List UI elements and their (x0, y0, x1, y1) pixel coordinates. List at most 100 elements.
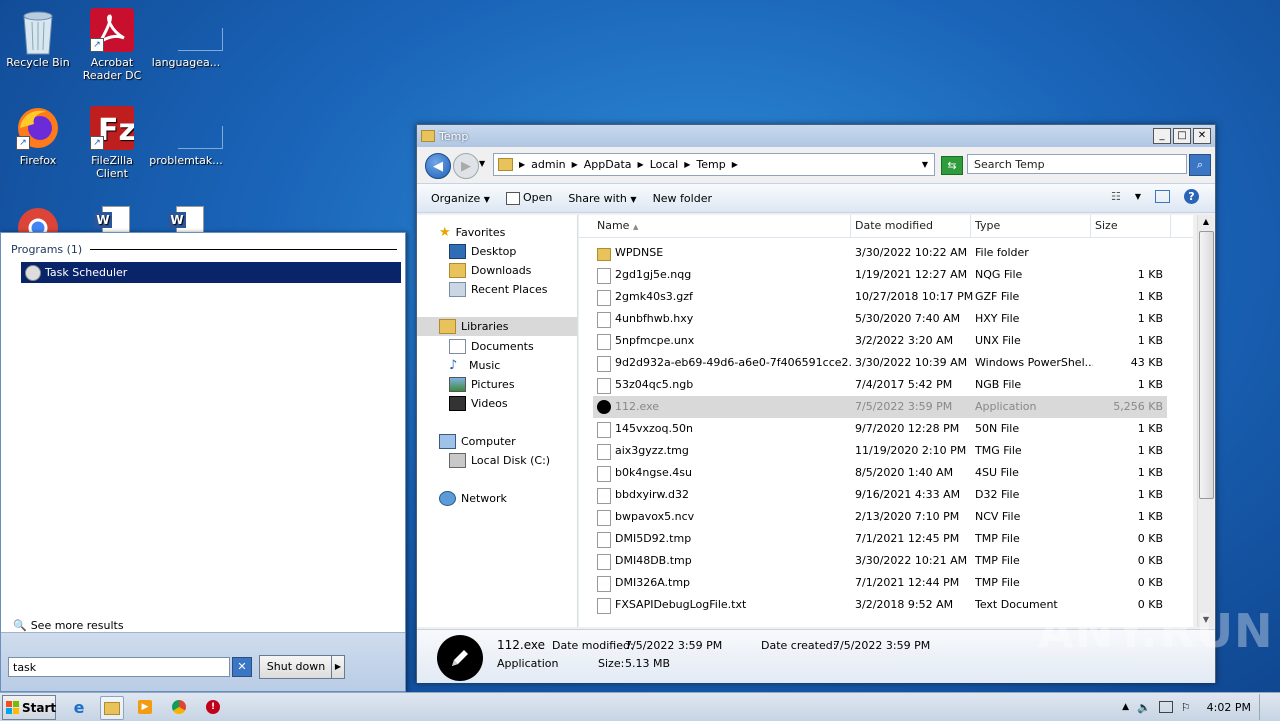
nav-music[interactable]: ♪ Music (449, 358, 500, 373)
scrollbar-thumb[interactable] (1199, 231, 1214, 499)
file-row[interactable]: DMI48DB.tmp 3/30/2022 10:21 AM TMP File 0 K… (593, 550, 1167, 572)
file-name: b0k4ngse.4su (615, 466, 692, 479)
file-row[interactable]: 9d2d932a-eb69-49d6-a6e0-7f406591cce2.ps1… (593, 352, 1167, 374)
column-type[interactable]: Type (971, 215, 1091, 237)
file-row[interactable]: 145vxzoq.50n 9/7/2020 12:28 PM 50N File 1 K… (593, 418, 1167, 440)
details-created-value: 7/5/2022 3:59 PM (833, 639, 931, 652)
breadcrumb-local[interactable]: Local (650, 158, 679, 171)
file-row[interactable]: 2gmk40s3.gzf 10/27/2018 10:17 PM GZF File 1… (593, 286, 1167, 308)
address-bar[interactable]: ▶ admin ▶ AppData ▶ Local ▶ Temp ▶ ▼ (493, 153, 935, 176)
desktop-icon-recycle-bin[interactable]: Recycle Bin (0, 8, 76, 69)
chrome-taskbar-icon[interactable] (168, 696, 190, 718)
file-row[interactable]: aix3gyzz.tmg 11/19/2020 2:10 PM TMG File 1 … (593, 440, 1167, 462)
breadcrumb-temp[interactable]: Temp (696, 158, 725, 171)
start-search-input[interactable]: task (8, 657, 230, 677)
file-row[interactable]: 112.exe 7/5/2022 3:59 PM Application 5,256 … (593, 396, 1167, 418)
column-date-modified[interactable]: Date modified (851, 215, 971, 237)
nav-downloads[interactable]: Downloads (449, 263, 531, 278)
share-with-menu[interactable]: Share with ▼ (568, 192, 636, 205)
close-button[interactable]: ✕ (1193, 128, 1211, 144)
filezilla-icon: Fz ↗ (90, 106, 136, 150)
desktop-icon-problemtak[interactable]: problemtak... (148, 106, 224, 167)
clock[interactable]: 4:02 PM (1207, 701, 1251, 714)
show-hidden-icons-arrow[interactable]: ▲ (1122, 702, 1129, 712)
search-icon[interactable]: ⌕ (1189, 154, 1211, 176)
file-row[interactable]: WPDNSE 3/30/2022 10:22 AM File folder (593, 242, 1167, 264)
nav-favorites[interactable]: ★ Favorites (439, 225, 505, 240)
nav-computer[interactable]: Computer (439, 434, 516, 449)
programs-header-label: Programs (1) (11, 243, 83, 256)
file-row[interactable]: DMI5D92.tmp 7/1/2021 12:45 PM TMP File 0 KB (593, 528, 1167, 550)
scroll-up-arrow[interactable]: ▲ (1198, 215, 1214, 229)
desktop-icon-languagea[interactable]: languagea... (148, 8, 224, 69)
explorer-taskbar-icon[interactable] (100, 696, 124, 720)
file-name: aix3gyzz.tmg (615, 444, 689, 457)
file-row[interactable]: bwpavox5.ncv 2/13/2020 7:10 PM NCV File 1 K… (593, 506, 1167, 528)
details-filename: 112.exe (497, 638, 546, 652)
search-result-task-scheduler[interactable]: Task Scheduler (21, 262, 401, 283)
desktop-icon-filezilla[interactable]: Fz ↗ FileZilla Client (74, 106, 150, 180)
help-icon[interactable]: ? (1184, 189, 1199, 204)
shut-down-button[interactable]: Shut down (259, 655, 333, 679)
file-row[interactable]: b0k4ngse.4su 8/5/2020 1:40 AM 4SU File 1 KB (593, 462, 1167, 484)
file-row[interactable]: 53z04qc5.ngb 7/4/2017 5:42 PM NGB File 1 KB (593, 374, 1167, 396)
back-button[interactable]: ◀ (425, 153, 451, 179)
speaker-icon[interactable]: 🔈 (1137, 701, 1151, 714)
vertical-scrollbar[interactable]: ▲ ▼ (1197, 215, 1214, 627)
desktop-icon-label: languagea... (151, 56, 221, 69)
details-type: Application (497, 657, 559, 670)
preview-pane-icon[interactable] (1155, 190, 1170, 203)
breadcrumb-appdata[interactable]: AppData (584, 158, 632, 171)
desktop-icon-acrobat[interactable]: ↗ Acrobat Reader DC (74, 8, 150, 82)
change-view-icon[interactable]: ☷ (1111, 190, 1121, 203)
red-app-taskbar-icon[interactable]: ! (202, 696, 224, 718)
show-desktop-button[interactable] (1259, 694, 1270, 720)
nav-network[interactable]: Network (439, 491, 507, 506)
network-icon[interactable] (1158, 701, 1173, 713)
start-search-row: task ✕ Shut down ▶ (1, 632, 405, 691)
clear-search-button[interactable]: ✕ (232, 657, 252, 677)
address-history-dropdown[interactable]: ▼ (922, 160, 928, 169)
new-folder-button[interactable]: New folder (653, 192, 712, 205)
ie-taskbar-icon[interactable]: e (68, 696, 90, 718)
file-row[interactable]: 2gd1gj5e.nqg 1/19/2021 12:27 AM NQG File 1 … (593, 264, 1167, 286)
see-more-results-link[interactable]: 🔍 See more results (13, 619, 124, 632)
organize-menu[interactable]: Organize ▼ (431, 192, 490, 205)
nav-label: Local Disk (C:) (471, 454, 551, 467)
file-row[interactable]: bbdxyirw.d32 9/16/2021 4:33 AM D32 File 1 K… (593, 484, 1167, 506)
nav-local-disk[interactable]: Local Disk (C:) (449, 453, 550, 468)
breadcrumb-admin[interactable]: admin (531, 158, 565, 171)
maximize-button[interactable]: □ (1173, 128, 1191, 144)
minimize-button[interactable]: _ (1153, 128, 1171, 144)
nav-label: Libraries (461, 320, 509, 333)
file-row[interactable]: 5npfmcpe.unx 3/2/2022 3:20 AM UNX File 1 KB (593, 330, 1167, 352)
desktop-icon-firefox[interactable]: ↗ Firefox (0, 106, 76, 167)
column-name[interactable]: Name ▲ (593, 215, 851, 237)
forward-button[interactable]: ▶ (453, 153, 479, 179)
refresh-button[interactable]: ⇆ (941, 156, 963, 175)
nav-desktop[interactable]: Desktop (449, 244, 516, 259)
file-type: TMP File (975, 576, 1020, 589)
view-options-dropdown[interactable]: ▼ (1135, 192, 1141, 201)
file-icon (597, 290, 611, 306)
nav-documents[interactable]: Documents (449, 339, 534, 354)
column-size[interactable]: Size (1091, 215, 1171, 237)
search-temp-input[interactable]: Search Temp (967, 154, 1187, 174)
column-label: Name (597, 219, 630, 232)
media-player-taskbar-icon[interactable]: ▶ (134, 696, 156, 718)
action-center-flag-icon[interactable]: ⚐ (1181, 701, 1191, 714)
pictures-icon (449, 377, 466, 392)
file-type: NQG File (975, 268, 1023, 281)
recent-pages-dropdown[interactable]: ▼ (479, 159, 485, 168)
title-bar[interactable]: Temp _ □ ✕ (417, 125, 1215, 147)
file-name: 53z04qc5.ngb (615, 378, 694, 391)
nav-recent-places[interactable]: Recent Places (449, 282, 548, 297)
file-row[interactable]: 4unbfhwb.hxy 5/30/2020 7:40 AM HXY File 1 K… (593, 308, 1167, 330)
file-row[interactable]: DMI326A.tmp 7/1/2021 12:44 PM TMP File 0 KB (593, 572, 1167, 594)
shut-down-options-button[interactable]: ▶ (331, 655, 345, 679)
nav-libraries[interactable]: Libraries (417, 317, 577, 336)
nav-videos[interactable]: Videos (449, 396, 508, 411)
nav-pictures[interactable]: Pictures (449, 377, 515, 392)
open-button[interactable]: Open (505, 191, 552, 205)
start-button[interactable]: Start (2, 695, 56, 720)
